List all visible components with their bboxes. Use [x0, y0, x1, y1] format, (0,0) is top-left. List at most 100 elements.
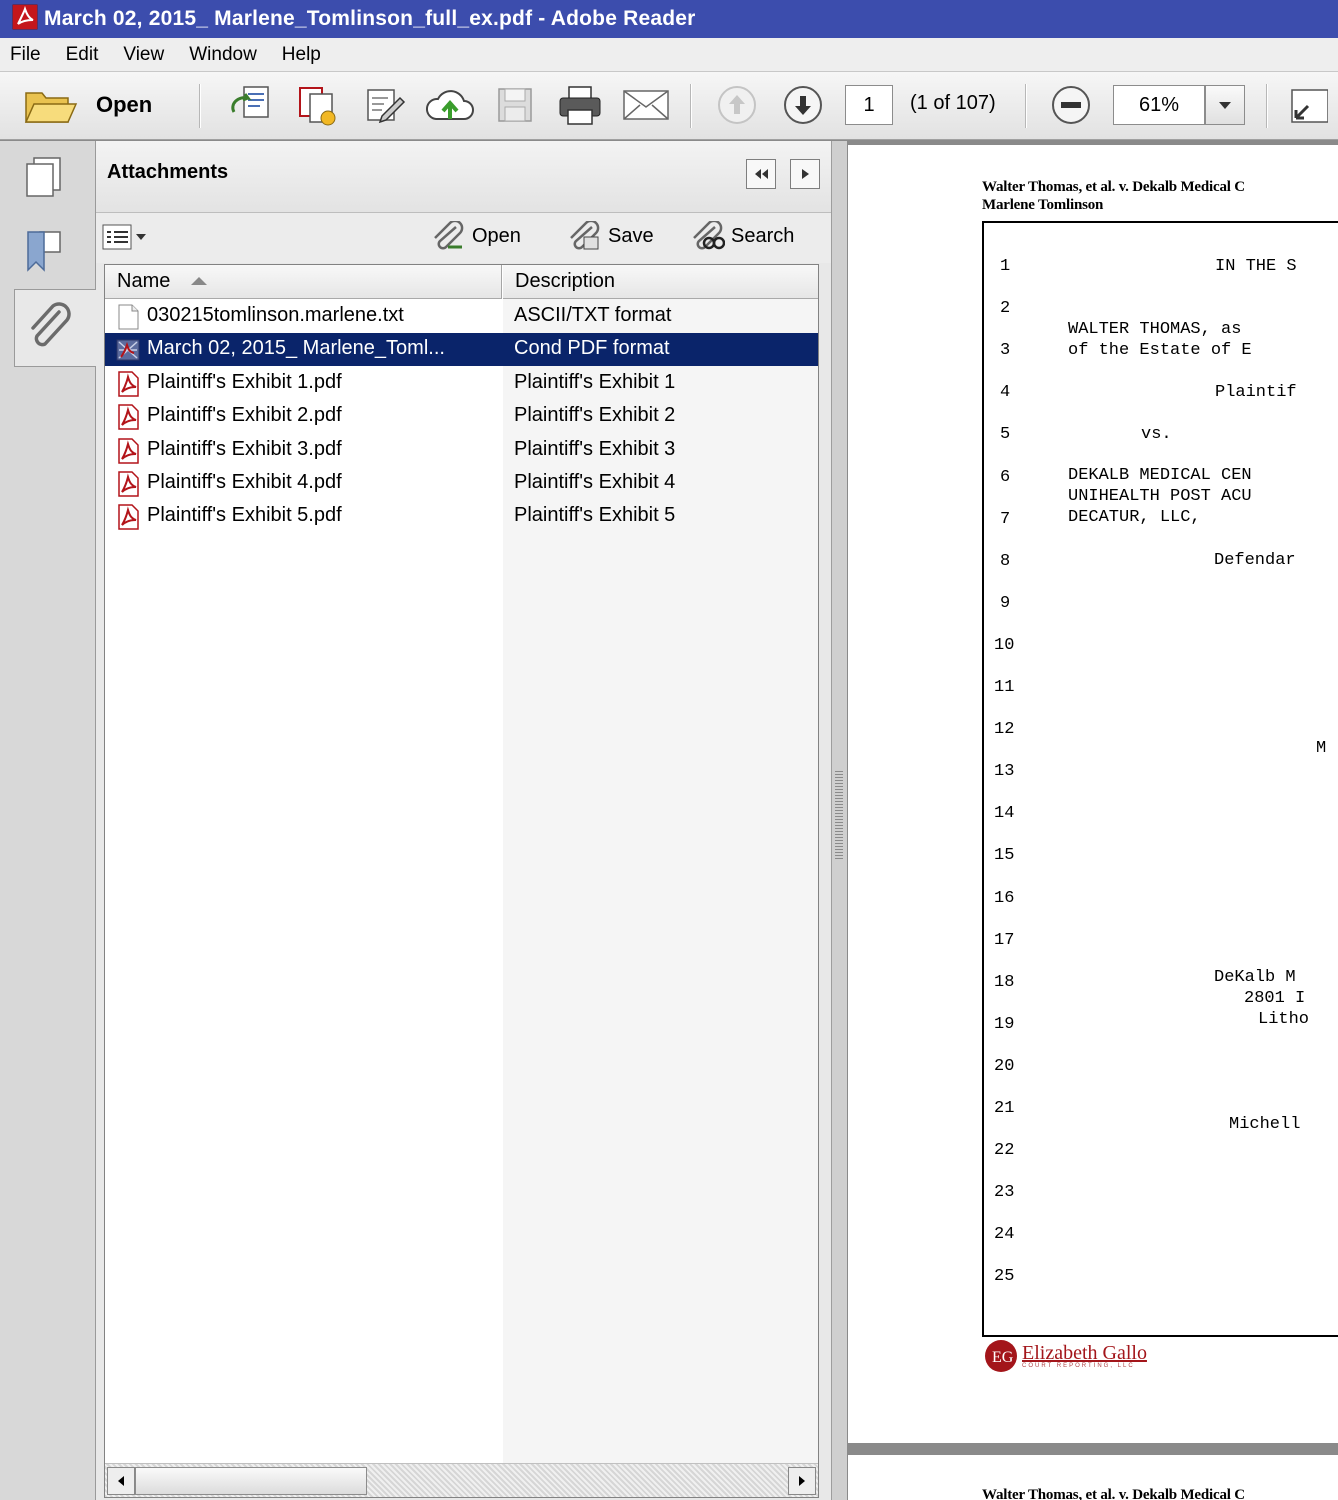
menu-window[interactable]: Window [189, 44, 257, 66]
attachment-search-label: Search [731, 224, 795, 247]
attachment-row[interactable]: Plaintiff's Exhibit 1.pdf Plaintiff's Exh… [105, 367, 818, 400]
line-number: 2 [1000, 299, 1011, 319]
attachment-search-button[interactable]: Search [689, 221, 794, 251]
page-thumbnails-button[interactable] [14, 145, 74, 207]
attachments-tab[interactable] [14, 289, 97, 367]
line-number: 7 [1000, 509, 1011, 529]
toolbar-separator [199, 84, 201, 128]
scrollbar-thumb[interactable] [135, 1467, 367, 1495]
attachment-row[interactable]: Plaintiff's Exhibit 3.pdf Plaintiff's Exh… [105, 434, 818, 467]
toolbar-separator [690, 84, 692, 128]
transcript-text: 2801 I [1244, 989, 1306, 1008]
column-divider[interactable] [501, 265, 503, 299]
attachment-row[interactable]: Plaintiff's Exhibit 2.pdf Plaintiff's Exh… [105, 400, 818, 433]
transcript-text: of the Estate of E [1068, 341, 1252, 360]
panel-options-button[interactable] [790, 159, 820, 189]
open-button[interactable]: Open [24, 82, 174, 128]
create-pdf-button[interactable] [226, 82, 278, 128]
attachment-description: ASCII/TXT format [514, 304, 672, 326]
attachment-row[interactable]: Plaintiff's Exhibit 4.pdf Plaintiff's Exh… [105, 467, 818, 500]
attachment-name: March 02, 2015_ Marlene_Toml... [147, 337, 445, 360]
bookmarks-button[interactable] [14, 219, 74, 281]
print-button[interactable] [554, 82, 606, 128]
column-header-description[interactable]: Description [515, 270, 615, 293]
panel-header: Attachments [96, 141, 831, 213]
attachment-save-button[interactable]: Save [566, 221, 654, 251]
splitter-grip[interactable] [835, 771, 843, 859]
printer-icon [559, 86, 601, 125]
attachment-row[interactable]: Plaintiff's Exhibit 5.pdf Plaintiff's Exh… [105, 500, 818, 533]
paperclip-icon [31, 302, 71, 347]
transcript-text: Plaintif [1215, 383, 1297, 402]
combine-files-button[interactable] [292, 82, 344, 128]
save-attachment-icon [570, 221, 600, 250]
line-number: 9 [1000, 593, 1011, 613]
attachment-description: Cond PDF format [514, 337, 670, 360]
pencil-note-icon [367, 89, 406, 124]
attachment-description: Plaintiff's Exhibit 3 [514, 437, 676, 460]
fit-page-button[interactable] [1288, 82, 1338, 128]
collapse-panel-button[interactable] [746, 159, 776, 189]
zoom-out-button[interactable] [1046, 82, 1096, 128]
logo-text: Elizabeth Gallo [1022, 1342, 1147, 1364]
pdf-file-icon [115, 371, 141, 401]
adobe-reader-icon [12, 4, 38, 34]
line-number: 8 [1000, 551, 1011, 571]
menu-file[interactable]: File [10, 44, 41, 66]
previous-page-button[interactable] [712, 82, 762, 128]
open-attachment-icon [434, 221, 464, 250]
menu-view[interactable]: View [123, 44, 164, 66]
menu-edit[interactable]: Edit [66, 44, 99, 66]
attachment-name: 030215tomlinson.marlene.txt [147, 304, 404, 326]
attachments-list[interactable]: Name Description 030215tomlinson.marlene… [104, 264, 819, 1498]
attachment-description: Plaintiff's Exhibit 1 [514, 370, 676, 393]
pdf-file-icon [115, 404, 141, 434]
menu-help[interactable]: Help [282, 44, 321, 66]
transcript-text: Michell [1229, 1115, 1301, 1134]
zoom-level-input[interactable]: 61% [1113, 85, 1205, 125]
attachments-panel: Attachments Open Save Search Name Descri… [96, 141, 831, 1500]
attachment-name: Plaintiff's Exhibit 3.pdf [147, 437, 342, 460]
transcript-text: M [1316, 739, 1327, 758]
pdf-file-icon [115, 437, 141, 468]
envelope-icon [623, 90, 669, 120]
transcript-text: WALTER THOMAS, as [1068, 320, 1242, 339]
toolbar-separator [1266, 84, 1268, 128]
transcript-text: Litho [1258, 1010, 1310, 1029]
line-number: 24 [994, 1225, 1015, 1245]
attachment-row[interactable]: 030215tomlinson.marlene.txt ASCII/TXT for… [105, 300, 818, 333]
scroll-left-button[interactable] [107, 1467, 135, 1495]
combine-files-icon [299, 87, 336, 126]
column-header-name[interactable]: Name [117, 270, 208, 293]
edit-comment-button[interactable] [358, 82, 410, 128]
transcript-text: DEKALB MEDICAL CEN [1068, 466, 1252, 485]
attachment-name: Plaintiff's Exhibit 5.pdf [147, 504, 342, 527]
line-number: 14 [994, 804, 1015, 824]
open-label: Open [96, 92, 153, 117]
next-page-button[interactable] [778, 82, 828, 128]
pane-splitter[interactable] [831, 141, 847, 1500]
horizontal-scrollbar[interactable] [105, 1463, 818, 1497]
line-number: 22 [994, 1141, 1015, 1161]
line-number: 18 [994, 972, 1015, 992]
create-pdf-icon [231, 86, 269, 118]
line-number: 21 [994, 1099, 1015, 1118]
zoom-dropdown-button[interactable] [1205, 85, 1245, 125]
attachment-open-button[interactable]: Open [430, 221, 521, 251]
page-number-input[interactable]: 1 [845, 85, 893, 125]
page-header-case: Walter Thomas, et al. v. Dekalb Medical … [982, 179, 1245, 195]
view-options-button[interactable] [102, 223, 150, 251]
search-attachment-icon [693, 221, 725, 250]
page2-header-case: Walter Thomas, et al. v. Dekalb Medical … [982, 1487, 1245, 1500]
email-button[interactable] [618, 82, 674, 128]
line-number: 19 [994, 1014, 1015, 1034]
upload-cloud-button[interactable] [422, 82, 478, 128]
bookmark-icon [27, 231, 61, 272]
transcript-box: 1 2 3 4 5 6 7 8 9 10 11 12 13 14 15 16 17 18 19 20 21 22 23 24 2… [982, 221, 1338, 1337]
scroll-right-button[interactable] [788, 1467, 816, 1495]
attachments-toolbar: Open Save Search [96, 213, 831, 263]
transcript-text: UNIHEALTH POST ACU [1068, 487, 1252, 506]
pdf-portfolio-icon [115, 337, 141, 367]
attachment-row[interactable]: March 02, 2015_ Marlene_Toml... Cond PDF … [105, 333, 818, 367]
save-button[interactable] [490, 82, 540, 128]
